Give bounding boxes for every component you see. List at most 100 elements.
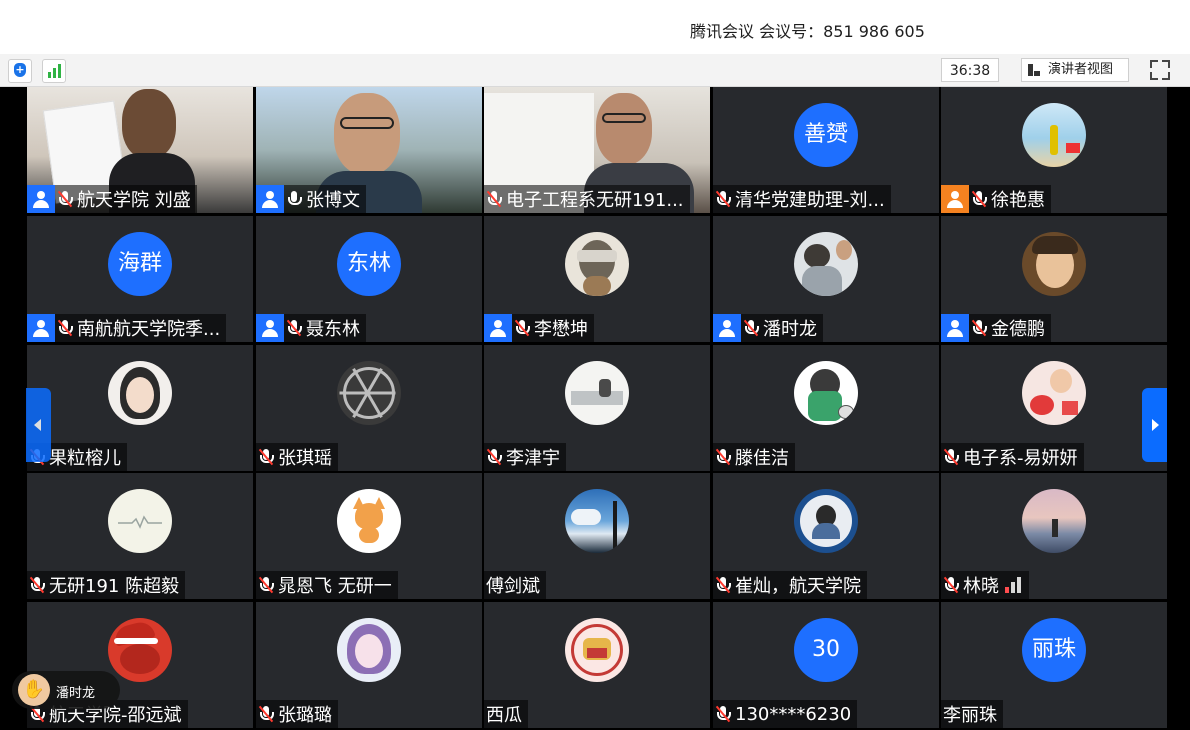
avatar bbox=[337, 361, 401, 425]
avatar bbox=[1022, 103, 1086, 167]
participant-name: 清华党建助理-刘... bbox=[735, 190, 885, 211]
nameplate: 滕佳洁 bbox=[713, 443, 795, 471]
participant-name: 金德鹏 bbox=[991, 319, 1045, 340]
participant-tile[interactable]: 晁恩飞 无研一 bbox=[256, 473, 482, 599]
participant-tile[interactable]: 东林 聂东林 bbox=[256, 216, 482, 342]
nameplate: 崔灿，航天学院 bbox=[713, 571, 867, 599]
mic-muted-icon bbox=[941, 443, 961, 471]
participant-tile[interactable]: 航天学院-邵远斌 bbox=[27, 602, 253, 728]
mic-muted-icon bbox=[713, 443, 733, 471]
participant-name: 崔灿，航天学院 bbox=[735, 576, 861, 597]
avatar bbox=[108, 361, 172, 425]
nameplate: 晁恩飞 无研一 bbox=[256, 571, 398, 599]
participant-name: 潘时龙 bbox=[763, 319, 817, 340]
mic-muted-icon bbox=[713, 185, 733, 213]
mic-muted-icon bbox=[969, 185, 989, 213]
participant-name: 张博文 bbox=[306, 190, 360, 211]
avatar bbox=[108, 489, 172, 553]
nameplate: 张博文 bbox=[256, 185, 366, 213]
nameplate: 130****6230 bbox=[713, 700, 858, 728]
participant-tile[interactable]: 林晓 bbox=[941, 473, 1167, 599]
toolbar: + 36:38 演讲者视图 bbox=[0, 54, 1190, 87]
participant-tile[interactable]: 金德鹏 bbox=[941, 216, 1167, 342]
participant-name: 西瓜 bbox=[486, 705, 522, 726]
video-grid: 航天学院 刘盛 张博文 电子工程系无研191... 善赟 清华党建助理-刘...… bbox=[0, 87, 1190, 730]
avatar bbox=[565, 489, 629, 553]
nameplate: 林晓 bbox=[941, 571, 1029, 599]
mic-muted-icon bbox=[284, 314, 304, 342]
participant-tile[interactable]: 崔灿，航天学院 bbox=[713, 473, 939, 599]
participant-tile[interactable]: 航天学院 刘盛 bbox=[27, 87, 253, 213]
network-signal-icon[interactable] bbox=[42, 59, 66, 83]
previous-page-button[interactable] bbox=[26, 388, 51, 462]
avatar bbox=[565, 232, 629, 296]
mic-muted-icon bbox=[941, 571, 961, 599]
raised-hand-icon: ✋ bbox=[18, 674, 50, 706]
fullscreen-icon[interactable] bbox=[1150, 60, 1170, 80]
participant-name: 130****6230 bbox=[735, 703, 852, 725]
participant-tile[interactable]: 西瓜 bbox=[484, 602, 710, 728]
participant-tile[interactable]: 张琪瑶 bbox=[256, 345, 482, 471]
layout-icon bbox=[1028, 64, 1040, 76]
mic-muted-icon bbox=[713, 700, 733, 728]
participant-tile[interactable]: 傅剑斌 bbox=[484, 473, 710, 599]
mic-muted-icon bbox=[256, 571, 276, 599]
avatar: 东林 bbox=[337, 232, 401, 296]
nameplate: 西瓜 bbox=[484, 700, 528, 728]
avatar bbox=[794, 361, 858, 425]
avatar bbox=[1022, 489, 1086, 553]
mic-muted-icon bbox=[256, 443, 276, 471]
participant-name: 电子系-易妍妍 bbox=[963, 448, 1078, 469]
participant-tile[interactable]: 李津宇 bbox=[484, 345, 710, 471]
nameplate: 张璐璐 bbox=[256, 700, 338, 728]
participant-tile[interactable]: 电子系-易妍妍 bbox=[941, 345, 1167, 471]
speaker-view-button[interactable]: 演讲者视图 bbox=[1021, 58, 1129, 82]
mic-on-icon bbox=[284, 185, 304, 213]
nameplate: 聂东林 bbox=[256, 314, 366, 342]
participant-tile[interactable]: 海群 南航航天学院季... bbox=[27, 216, 253, 342]
participant-name: 无研191 陈超毅 bbox=[49, 576, 180, 597]
nameplate: 南航航天学院季... bbox=[27, 314, 227, 342]
avatar: 丽珠 bbox=[1022, 618, 1086, 682]
nameplate: 无研191 陈超毅 bbox=[27, 571, 186, 599]
participant-tile[interactable]: 张璐璐 bbox=[256, 602, 482, 728]
avatar bbox=[337, 618, 401, 682]
participant-tile[interactable]: 滕佳洁 bbox=[713, 345, 939, 471]
participant-tile[interactable]: 果粒榕儿 bbox=[27, 345, 253, 471]
weak-signal-icon bbox=[1005, 577, 1023, 593]
participant-name: 李丽珠 bbox=[943, 705, 997, 726]
avatar: 善赟 bbox=[794, 103, 858, 167]
participant-name: 聂东林 bbox=[306, 319, 360, 340]
participant-name: 李津宇 bbox=[506, 448, 560, 469]
raise-hand-notification[interactable]: ✋ 潘时龙 bbox=[12, 671, 120, 709]
nameplate: 傅剑斌 bbox=[484, 571, 546, 599]
participant-name: 傅剑斌 bbox=[486, 576, 540, 597]
participant-tile[interactable]: 李懋坤 bbox=[484, 216, 710, 342]
mic-muted-icon bbox=[27, 571, 47, 599]
next-page-button[interactable] bbox=[1142, 388, 1167, 462]
host-badge-icon bbox=[27, 185, 55, 213]
participant-tile[interactable]: 电子工程系无研191... bbox=[484, 87, 710, 213]
participant-tile[interactable]: 30 130****6230 bbox=[713, 602, 939, 728]
nameplate: 李津宇 bbox=[484, 443, 566, 471]
mic-muted-icon bbox=[55, 185, 75, 213]
waveform-icon bbox=[118, 515, 162, 529]
security-shield-icon[interactable]: + bbox=[8, 59, 32, 83]
participant-tile[interactable]: 善赟 清华党建助理-刘... bbox=[713, 87, 939, 213]
avatar: 30 bbox=[794, 618, 858, 682]
participant-name: 滕佳洁 bbox=[735, 448, 789, 469]
nameplate: 金德鹏 bbox=[941, 314, 1051, 342]
nameplate: 电子系-易妍妍 bbox=[941, 443, 1084, 471]
participant-tile[interactable]: 丽珠 李丽珠 bbox=[941, 602, 1167, 728]
participant-name: 徐艳惠 bbox=[991, 190, 1045, 211]
participant-tile[interactable]: 潘时龙 bbox=[713, 216, 939, 342]
participant-tile[interactable]: 张博文 bbox=[256, 87, 482, 213]
nameplate: 徐艳惠 bbox=[941, 185, 1051, 213]
participant-tile[interactable]: 无研191 陈超毅 bbox=[27, 473, 253, 599]
avatar bbox=[565, 618, 629, 682]
avatar bbox=[108, 618, 172, 682]
nameplate: 航天学院 刘盛 bbox=[27, 185, 197, 213]
participant-tile[interactable]: 徐艳惠 bbox=[941, 87, 1167, 213]
meeting-title: 腾讯会议 会议号：851 986 605 bbox=[690, 22, 925, 41]
participant-name: 林晓 bbox=[963, 576, 999, 597]
